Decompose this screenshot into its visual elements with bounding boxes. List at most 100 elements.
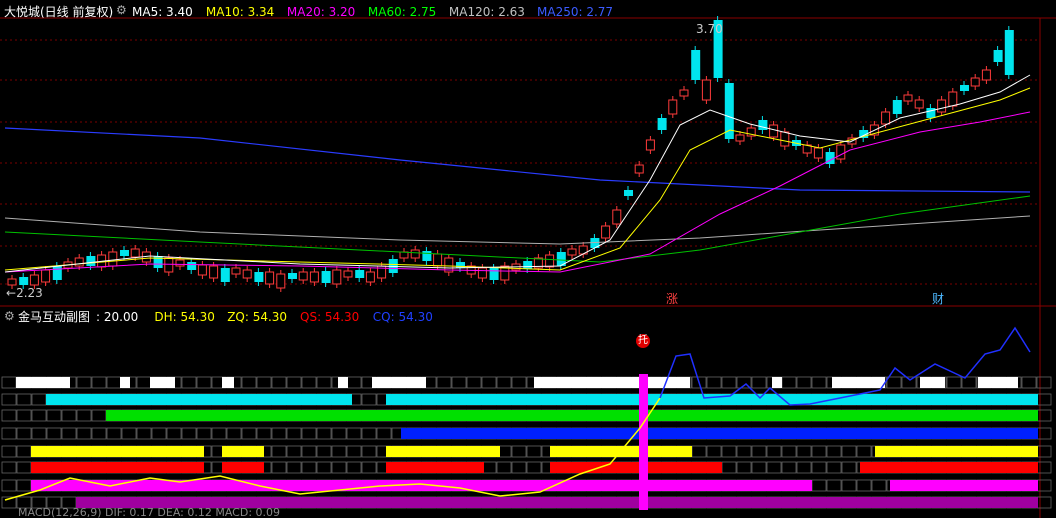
grid-cell [811,479,827,492]
grid-cell [526,445,542,458]
grid-cell [286,427,302,440]
grid-cell [241,427,257,440]
candle-body-down [288,273,297,279]
grid-cell [1021,376,1037,389]
grid-cell [871,479,887,492]
grid-cell [796,461,812,474]
signal-bar-row-5 [31,462,204,473]
candle-body-up [836,144,846,160]
grid-cell [781,445,797,458]
earnings-marker[interactable]: 财 [932,292,944,306]
grid-cell [751,376,767,389]
limit-up-marker[interactable]: 涨 [666,292,678,306]
signal-bar-row-0 [978,377,1018,388]
grid-cell [316,461,332,474]
grid-cell [301,376,317,389]
grid-cell [1036,496,1052,509]
grid-cell [1,479,17,492]
grid-cell [316,427,332,440]
grid-cell [1036,376,1052,389]
signal-highlight-bar [639,374,648,510]
candle-body-down [523,261,533,269]
candle-body-up [645,139,655,151]
support-badge: 托 [636,334,650,348]
candle-body-down [422,251,432,261]
signal-bar-row-5 [386,462,484,473]
candle-body-up [309,271,319,283]
grid-cell [1,393,17,406]
grid-cell [361,461,377,474]
candle-body-up [679,89,689,97]
candle-body-up [970,77,980,87]
grid-cell [31,393,47,406]
candle-body-down [456,262,465,268]
candle-body-up [130,248,140,258]
candle-body-down [321,271,331,283]
sub-panel-settings-icon[interactable]: ⚙ [4,309,15,323]
grid-cell [301,445,317,458]
chart-canvas[interactable] [0,0,1056,518]
grid-cell [721,445,737,458]
grid-cell [856,479,872,492]
grid-cell [376,427,392,440]
grid-cell [61,409,77,422]
candle-body-up [813,147,823,159]
grid-cell [361,427,377,440]
candle-body-up [701,79,711,101]
grid-cell [361,393,377,406]
sub-param-3: QS: 54.30 [300,310,360,324]
grid-cell [136,376,152,389]
candle-body-up [231,267,241,275]
candle-body-down [691,50,701,80]
grid-cell [301,461,317,474]
grid-cell [121,427,137,440]
signal-bar-row-0 [16,377,70,388]
grid-cell [256,427,272,440]
signal-bar-row-0 [338,377,348,388]
grid-cell [706,445,722,458]
candle-body-up [298,271,308,281]
signal-bar-row-4 [222,446,264,457]
candle-body-up [914,99,924,109]
macd-panel-label: MACD(12,26,9) DIF: 0.17 DEA: 0.12 MACD: … [18,506,281,518]
grid-cell [196,376,212,389]
candle-body-up [881,111,891,125]
grid-cell [241,376,257,389]
grid-cell [886,376,902,389]
grid-cell [346,427,362,440]
signal-bar-row-1 [46,394,352,405]
grid-cell [811,445,827,458]
candle-body-up [175,259,185,267]
candle-body-down [1004,30,1014,75]
grid-cell [16,445,32,458]
grid-cell [766,461,782,474]
settings-gear-icon[interactable]: ⚙ [116,3,127,17]
grid-cell [16,409,32,422]
candle-body-up [399,251,409,259]
sub-panel-title: 金马互动副图 [18,310,91,324]
signal-bar-row-1 [386,394,1038,405]
ma-indicator-3: MA60: 2.75 [367,5,437,19]
ma-indicator-5: MA250: 2.77 [537,5,614,19]
low-price-label: ←2.23 [6,286,43,300]
candle-body-down [926,108,936,118]
candle-body-up [601,225,611,239]
grid-cell [331,427,347,440]
grid-cell [271,461,287,474]
grid-cell [301,427,317,440]
candle-body-up [948,91,958,107]
grid-cell [436,376,452,389]
candle-body-down [892,100,902,114]
candle-body-up [410,249,420,259]
candle-body-up [242,269,252,279]
grid-cell [1036,479,1052,492]
signal-bar-row-0 [772,377,782,388]
candle-body-up [108,251,118,267]
grid-cell [496,376,512,389]
candle-body-up [769,124,779,138]
grid-cell [1,427,17,440]
candle-body-down [187,262,197,270]
grid-cell [316,445,332,458]
grid-cell [256,376,272,389]
candle-body-down [120,250,129,256]
